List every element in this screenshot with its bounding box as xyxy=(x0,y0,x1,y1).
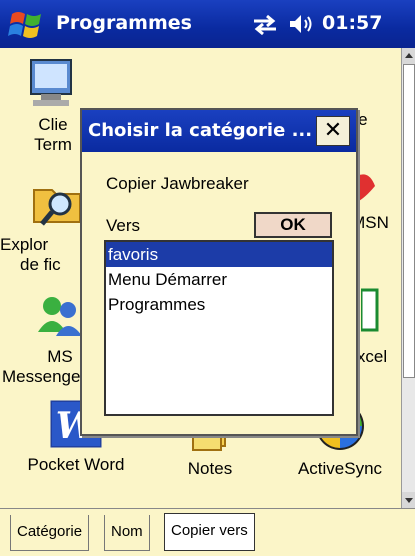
tab-name[interactable]: Nom xyxy=(104,515,150,551)
clock[interactable]: 01:57 xyxy=(322,12,382,34)
app-label: Notes xyxy=(187,459,233,478)
choose-category-dialog: Choisir la catégorie ... ✕ Copier Jawbre… xyxy=(80,108,358,436)
volume-icon[interactable] xyxy=(288,12,314,36)
close-button[interactable]: ✕ xyxy=(316,116,350,146)
list-item[interactable]: favoris xyxy=(106,242,332,267)
copy-item-label: Copier Jawbreaker xyxy=(106,174,249,193)
app-label: Explor xyxy=(0,235,49,254)
list-item[interactable]: Menu Démarrer xyxy=(106,267,332,292)
excel-icon xyxy=(359,288,379,332)
tab-bar: Catégorie Nom Copier vers xyxy=(0,508,415,556)
windows-start-icon[interactable] xyxy=(8,6,46,42)
destination-label: Vers xyxy=(106,216,141,235)
connectivity-icon[interactable] xyxy=(252,14,278,36)
app-label: ActiveSync xyxy=(297,459,383,478)
file-explorer-icon xyxy=(33,189,81,226)
close-icon: ✕ xyxy=(323,118,343,143)
window-title: Programmes xyxy=(56,12,192,34)
dialog-title: Choisir la catégorie ... xyxy=(88,120,313,141)
app-file-explorer[interactable]: Explor de fic xyxy=(0,176,81,275)
category-list[interactable]: favoris Menu Démarrer Programmes xyxy=(104,240,334,416)
scroll-thumb[interactable] xyxy=(403,64,415,378)
programs-area: Clie Term re Explor de fic MSN MS Messen… xyxy=(0,48,401,508)
vertical-scrollbar[interactable] xyxy=(401,48,415,508)
scroll-down-arrow-icon[interactable] xyxy=(402,492,415,508)
app-label: Pocket Word xyxy=(27,455,125,474)
terminal-services-icon xyxy=(30,59,72,106)
ok-button[interactable]: OK xyxy=(254,212,332,238)
title-bar: Programmes 01:57 xyxy=(0,0,415,48)
msn-icon xyxy=(357,174,375,202)
tab-copy-to[interactable]: Copier vers xyxy=(164,513,255,551)
scroll-up-arrow-icon[interactable] xyxy=(402,48,415,64)
app-label: de fic xyxy=(20,255,61,274)
dialog-title-bar: Choisir la catégorie ... ✕ xyxy=(82,110,356,152)
tab-category[interactable]: Catégorie xyxy=(10,515,90,551)
list-item[interactable]: Programmes xyxy=(106,292,332,317)
